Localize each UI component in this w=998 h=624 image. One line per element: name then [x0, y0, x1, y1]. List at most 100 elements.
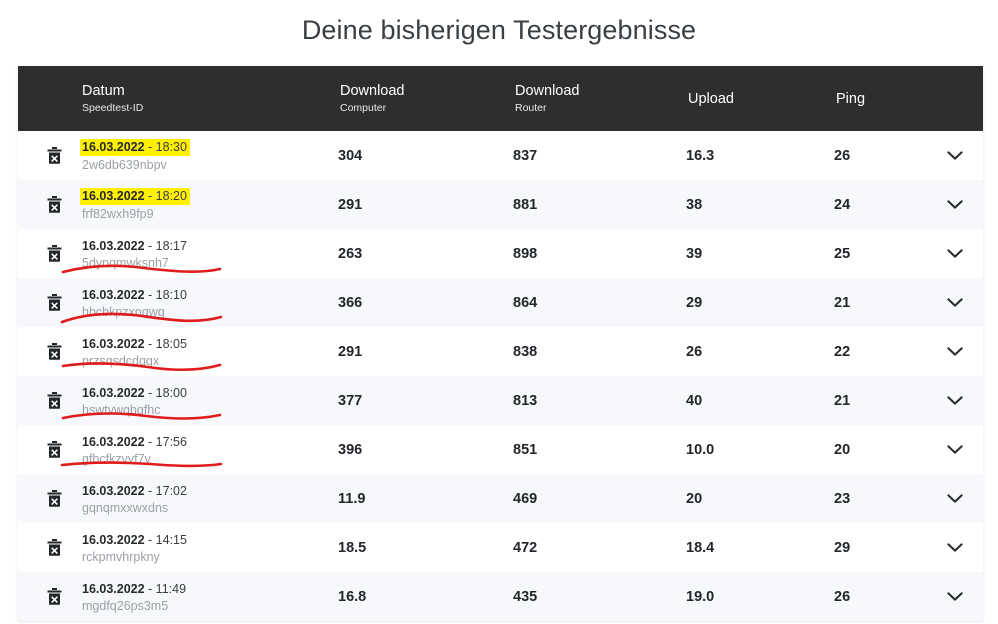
- date-time-separator: -: [145, 533, 156, 547]
- trash-icon[interactable]: [44, 391, 64, 411]
- result-time: 14:15: [156, 533, 187, 547]
- speedtest-id: gqnqmxxwxdns: [82, 500, 338, 516]
- column-header-download-computer-main: Download: [340, 82, 513, 100]
- column-header-download-computer-sub: Computer: [340, 101, 513, 116]
- table-row[interactable]: 16.03.2022 - 14:15rckpmvhrpkny18.547218.…: [18, 523, 983, 572]
- speedtest-id: rckpmvhrpkny: [82, 549, 338, 565]
- delete-result-cell: [18, 587, 80, 607]
- result-date: 16.03.2022: [82, 484, 145, 498]
- ping-value: 29: [834, 540, 926, 556]
- result-date-cell: 16.03.2022 - 18:302w6db639nbpv: [80, 138, 338, 173]
- download-router-value: 472: [513, 540, 686, 556]
- result-date-cell: 16.03.2022 - 18:05przsqsdcdggx: [80, 335, 338, 369]
- speedtest-id: przsqsdcdggx: [82, 353, 338, 369]
- speedtest-id: hbcbkpzxnqwq: [82, 304, 338, 320]
- column-header-upload-main: Upload: [688, 90, 834, 108]
- download-computer-value: 11.9: [338, 491, 513, 507]
- trash-icon[interactable]: [44, 440, 64, 460]
- table-row[interactable]: 16.03.2022 - 11:49mgdfq26ps3m516.843519.…: [18, 572, 983, 621]
- table-row[interactable]: 16.03.2022 - 18:05przsqsdcdggx2918382622: [18, 327, 983, 376]
- expand-row-button[interactable]: [926, 295, 983, 311]
- download-computer-value: 291: [338, 344, 513, 360]
- expand-row-button[interactable]: [926, 197, 983, 213]
- expand-row-button[interactable]: [926, 344, 983, 360]
- result-time: 17:56: [156, 435, 187, 449]
- result-time: 18:17: [156, 239, 187, 253]
- result-date: 16.03.2022: [82, 386, 145, 400]
- ping-value: 24: [834, 197, 926, 213]
- ping-value: 25: [834, 246, 926, 262]
- result-datetime: 16.03.2022 - 18:10: [82, 288, 187, 303]
- result-datetime: 16.03.2022 - 11:49: [82, 582, 186, 597]
- column-header-date: Datum Speedtest-ID: [80, 82, 338, 116]
- upload-value: 19.0: [686, 589, 834, 605]
- download-router-value: 864: [513, 295, 686, 311]
- chevron-down-icon: [947, 491, 963, 507]
- result-date-cell: 16.03.2022 - 11:49mgdfq26ps3m5: [80, 580, 338, 614]
- result-date-cell: 16.03.2022 - 18:00hswtvwqbgfhc: [80, 384, 338, 418]
- upload-value: 40: [686, 393, 834, 409]
- result-date-cell: 16.03.2022 - 17:02gqnqmxxwxdns: [80, 482, 338, 516]
- table-row[interactable]: 16.03.2022 - 18:20frf82wxh9fp92918813824: [18, 180, 983, 229]
- delete-result-cell: [18, 293, 80, 313]
- trash-icon[interactable]: [44, 195, 64, 215]
- upload-value: 38: [686, 197, 834, 213]
- chevron-down-icon: [947, 393, 963, 409]
- result-date-cell: 16.03.2022 - 17:56gfhcfkzvvf7v: [80, 433, 338, 467]
- speedtest-id: hswtvwqbgfhc: [82, 402, 338, 418]
- test-results-table: Datum Speedtest-ID Download Computer Dow…: [18, 66, 983, 621]
- ping-value: 26: [834, 148, 926, 164]
- result-date-cell: 16.03.2022 - 14:15 rckpmvhrpkny: [80, 531, 338, 565]
- expand-row-button[interactable]: [926, 491, 983, 507]
- trash-icon[interactable]: [44, 489, 64, 509]
- chevron-down-icon: [947, 344, 963, 360]
- trash-icon[interactable]: [44, 244, 64, 264]
- column-header-download-router: Download Router: [513, 82, 686, 116]
- ping-value: 20: [834, 442, 926, 458]
- speedtest-id: mgdfq26ps3m5: [82, 598, 338, 614]
- trash-icon[interactable]: [44, 538, 64, 558]
- download-computer-value: 16.8: [338, 589, 513, 605]
- speedtest-id: 5dynqmwksnh7: [82, 255, 338, 271]
- trash-icon[interactable]: [44, 293, 64, 313]
- date-time-separator: -: [145, 140, 156, 154]
- ping-value: 22: [834, 344, 926, 360]
- column-header-date-sub: Speedtest-ID: [82, 101, 338, 116]
- trash-icon[interactable]: [44, 342, 64, 362]
- upload-value: 39: [686, 246, 834, 262]
- upload-value: 20: [686, 491, 834, 507]
- chevron-down-icon: [947, 295, 963, 311]
- download-computer-value: 18.5: [338, 540, 513, 556]
- table-row[interactable]: 16.03.2022 - 17:56gfhcfkzvvf7v39685110.0…: [18, 425, 983, 474]
- expand-row-button[interactable]: [926, 148, 983, 164]
- download-computer-value: 304: [338, 148, 513, 164]
- expand-row-button[interactable]: [926, 442, 983, 458]
- result-date: 16.03.2022: [82, 533, 145, 547]
- result-datetime: 16.03.2022 - 18:17: [82, 239, 187, 254]
- result-time: 18:20: [156, 189, 187, 203]
- trash-icon[interactable]: [44, 146, 64, 166]
- date-time-separator: -: [145, 582, 156, 596]
- table-row[interactable]: 16.03.2022 - 17:02gqnqmxxwxdns11.9469202…: [18, 474, 983, 523]
- table-row[interactable]: 16.03.2022 - 18:10hbcbkpzxnqwq3668642921: [18, 278, 983, 327]
- table-row[interactable]: 16.03.2022 - 18:302w6db639nbpv30483716.3…: [18, 131, 983, 180]
- upload-value: 29: [686, 295, 834, 311]
- results-page: Deine bisherigen Testergebnisse Datum Sp…: [0, 0, 998, 624]
- table-header-row: Datum Speedtest-ID Download Computer Dow…: [18, 66, 983, 131]
- delete-result-cell: [18, 538, 80, 558]
- delete-result-cell: [18, 342, 80, 362]
- download-router-value: 898: [513, 246, 686, 262]
- result-datetime: 16.03.2022 - 18:05: [82, 337, 187, 352]
- trash-icon[interactable]: [44, 587, 64, 607]
- delete-result-cell: [18, 391, 80, 411]
- expand-row-button[interactable]: [926, 589, 983, 605]
- chevron-down-icon: [947, 148, 963, 164]
- expand-row-button[interactable]: [926, 393, 983, 409]
- download-computer-value: 291: [338, 197, 513, 213]
- expand-row-button[interactable]: [926, 246, 983, 262]
- expand-row-button[interactable]: [926, 540, 983, 556]
- download-router-value: 838: [513, 344, 686, 360]
- table-row[interactable]: 16.03.2022 - 18:175dynqmwksnh72638983925: [18, 229, 983, 278]
- result-date: 16.03.2022: [82, 239, 145, 253]
- table-row[interactable]: 16.03.2022 - 18:00hswtvwqbgfhc3778134021: [18, 376, 983, 425]
